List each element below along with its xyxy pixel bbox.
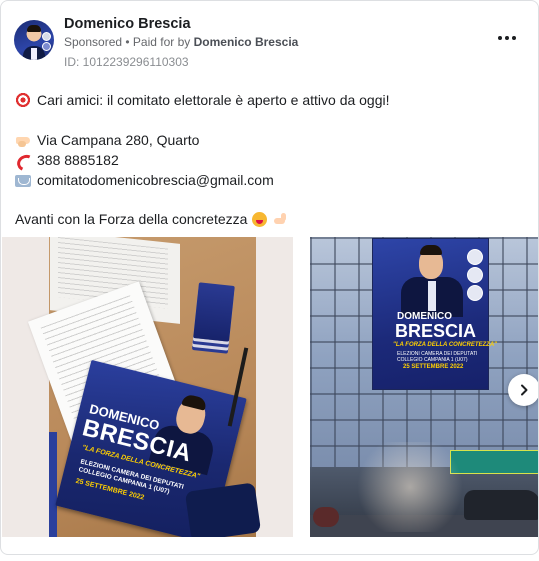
carousel-next-button[interactable] [508, 374, 538, 406]
flyer-edge [49, 432, 57, 537]
banner-date: 25 SETTEMBRE 2022 [403, 364, 464, 370]
post-line-announcement: Cari amici: il comitato elettorale è ape… [15, 92, 390, 108]
ad-card: Domenico Brescia Sponsored • Paid for by… [0, 0, 539, 555]
avatar-hair [27, 25, 41, 32]
carousel-photo-banner[interactable]: DOMENICO BRESCIA "LA FORZA DELLA CONCRET… [310, 237, 538, 537]
page-avatar[interactable] [14, 20, 54, 60]
party-logo [467, 285, 483, 301]
binder-clip [184, 482, 262, 537]
party-logo [467, 249, 483, 265]
flyer-stack [193, 282, 235, 342]
campaign-banner: DOMENICO BRESCIA "LA FORZA DELLA CONCRET… [373, 239, 497, 389]
post-line-address: Via Campana 280, Quarto [15, 132, 199, 148]
post-text-phone: 388 8885182 [37, 152, 119, 168]
paid-for-prefix: Paid for by [132, 35, 194, 49]
avatar-party-logo [42, 32, 51, 41]
paid-for-name: Domenico Brescia [193, 35, 299, 49]
banner-subtitle-2: COLLEGIO CAMPANIA 1 (U07) [397, 357, 468, 363]
avatar-shirt [31, 48, 37, 60]
banner-last-name: BRESCIA [395, 321, 477, 341]
post-text-announcement: Cari amici: il comitato elettorale è ape… [37, 92, 390, 108]
post-line-closing: Avanti con la Forza della concretezza [15, 211, 287, 227]
more-options-icon[interactable] [494, 31, 520, 45]
flexed-biceps-icon [272, 212, 287, 227]
telephone-icon [15, 152, 31, 168]
pointing-hand-icon [15, 132, 31, 148]
smiling-face-icon [252, 211, 268, 227]
sun-glare [350, 442, 470, 532]
meta-separator: • [122, 35, 133, 49]
post-line-email: comitatodomenicobrescia@gmail.com [15, 172, 274, 188]
envelope-icon [15, 175, 31, 187]
post-text-address: Via Campana 280, Quarto [37, 132, 200, 148]
direct-hit-target-icon [15, 92, 31, 108]
candidate-shirt [428, 281, 436, 311]
ad-meta: Sponsored • Paid for by Domenico Brescia [64, 35, 298, 49]
candidate-hair [420, 245, 442, 255]
banner-subtitle: ELEZIONI CAMERA DEI DEPUTATI COLLEGIO CA… [397, 351, 477, 363]
parked-car [464, 490, 538, 520]
party-logo [467, 267, 483, 283]
page-name[interactable]: Domenico Brescia [64, 16, 191, 32]
post-line-phone: 388 8885182 [15, 152, 119, 168]
post-text-closing: Avanti con la Forza della concretezza [15, 211, 248, 227]
post-text-email: comitatodomenicobrescia@gmail.com [37, 172, 274, 188]
library-id: ID: 1012239296110303 [64, 55, 189, 69]
carousel-photo-flyers[interactable]: DOMENICO BRESCIA "LA FORZA DELLA CONCRET… [2, 237, 293, 537]
sponsored-label: Sponsored [64, 35, 123, 49]
banner-slogan: "LA FORZA DELLA CONCRETEZZA" [393, 342, 498, 348]
avatar-party-logo [42, 42, 51, 51]
parked-scooter [313, 507, 339, 527]
chevron-right-icon [521, 384, 528, 396]
